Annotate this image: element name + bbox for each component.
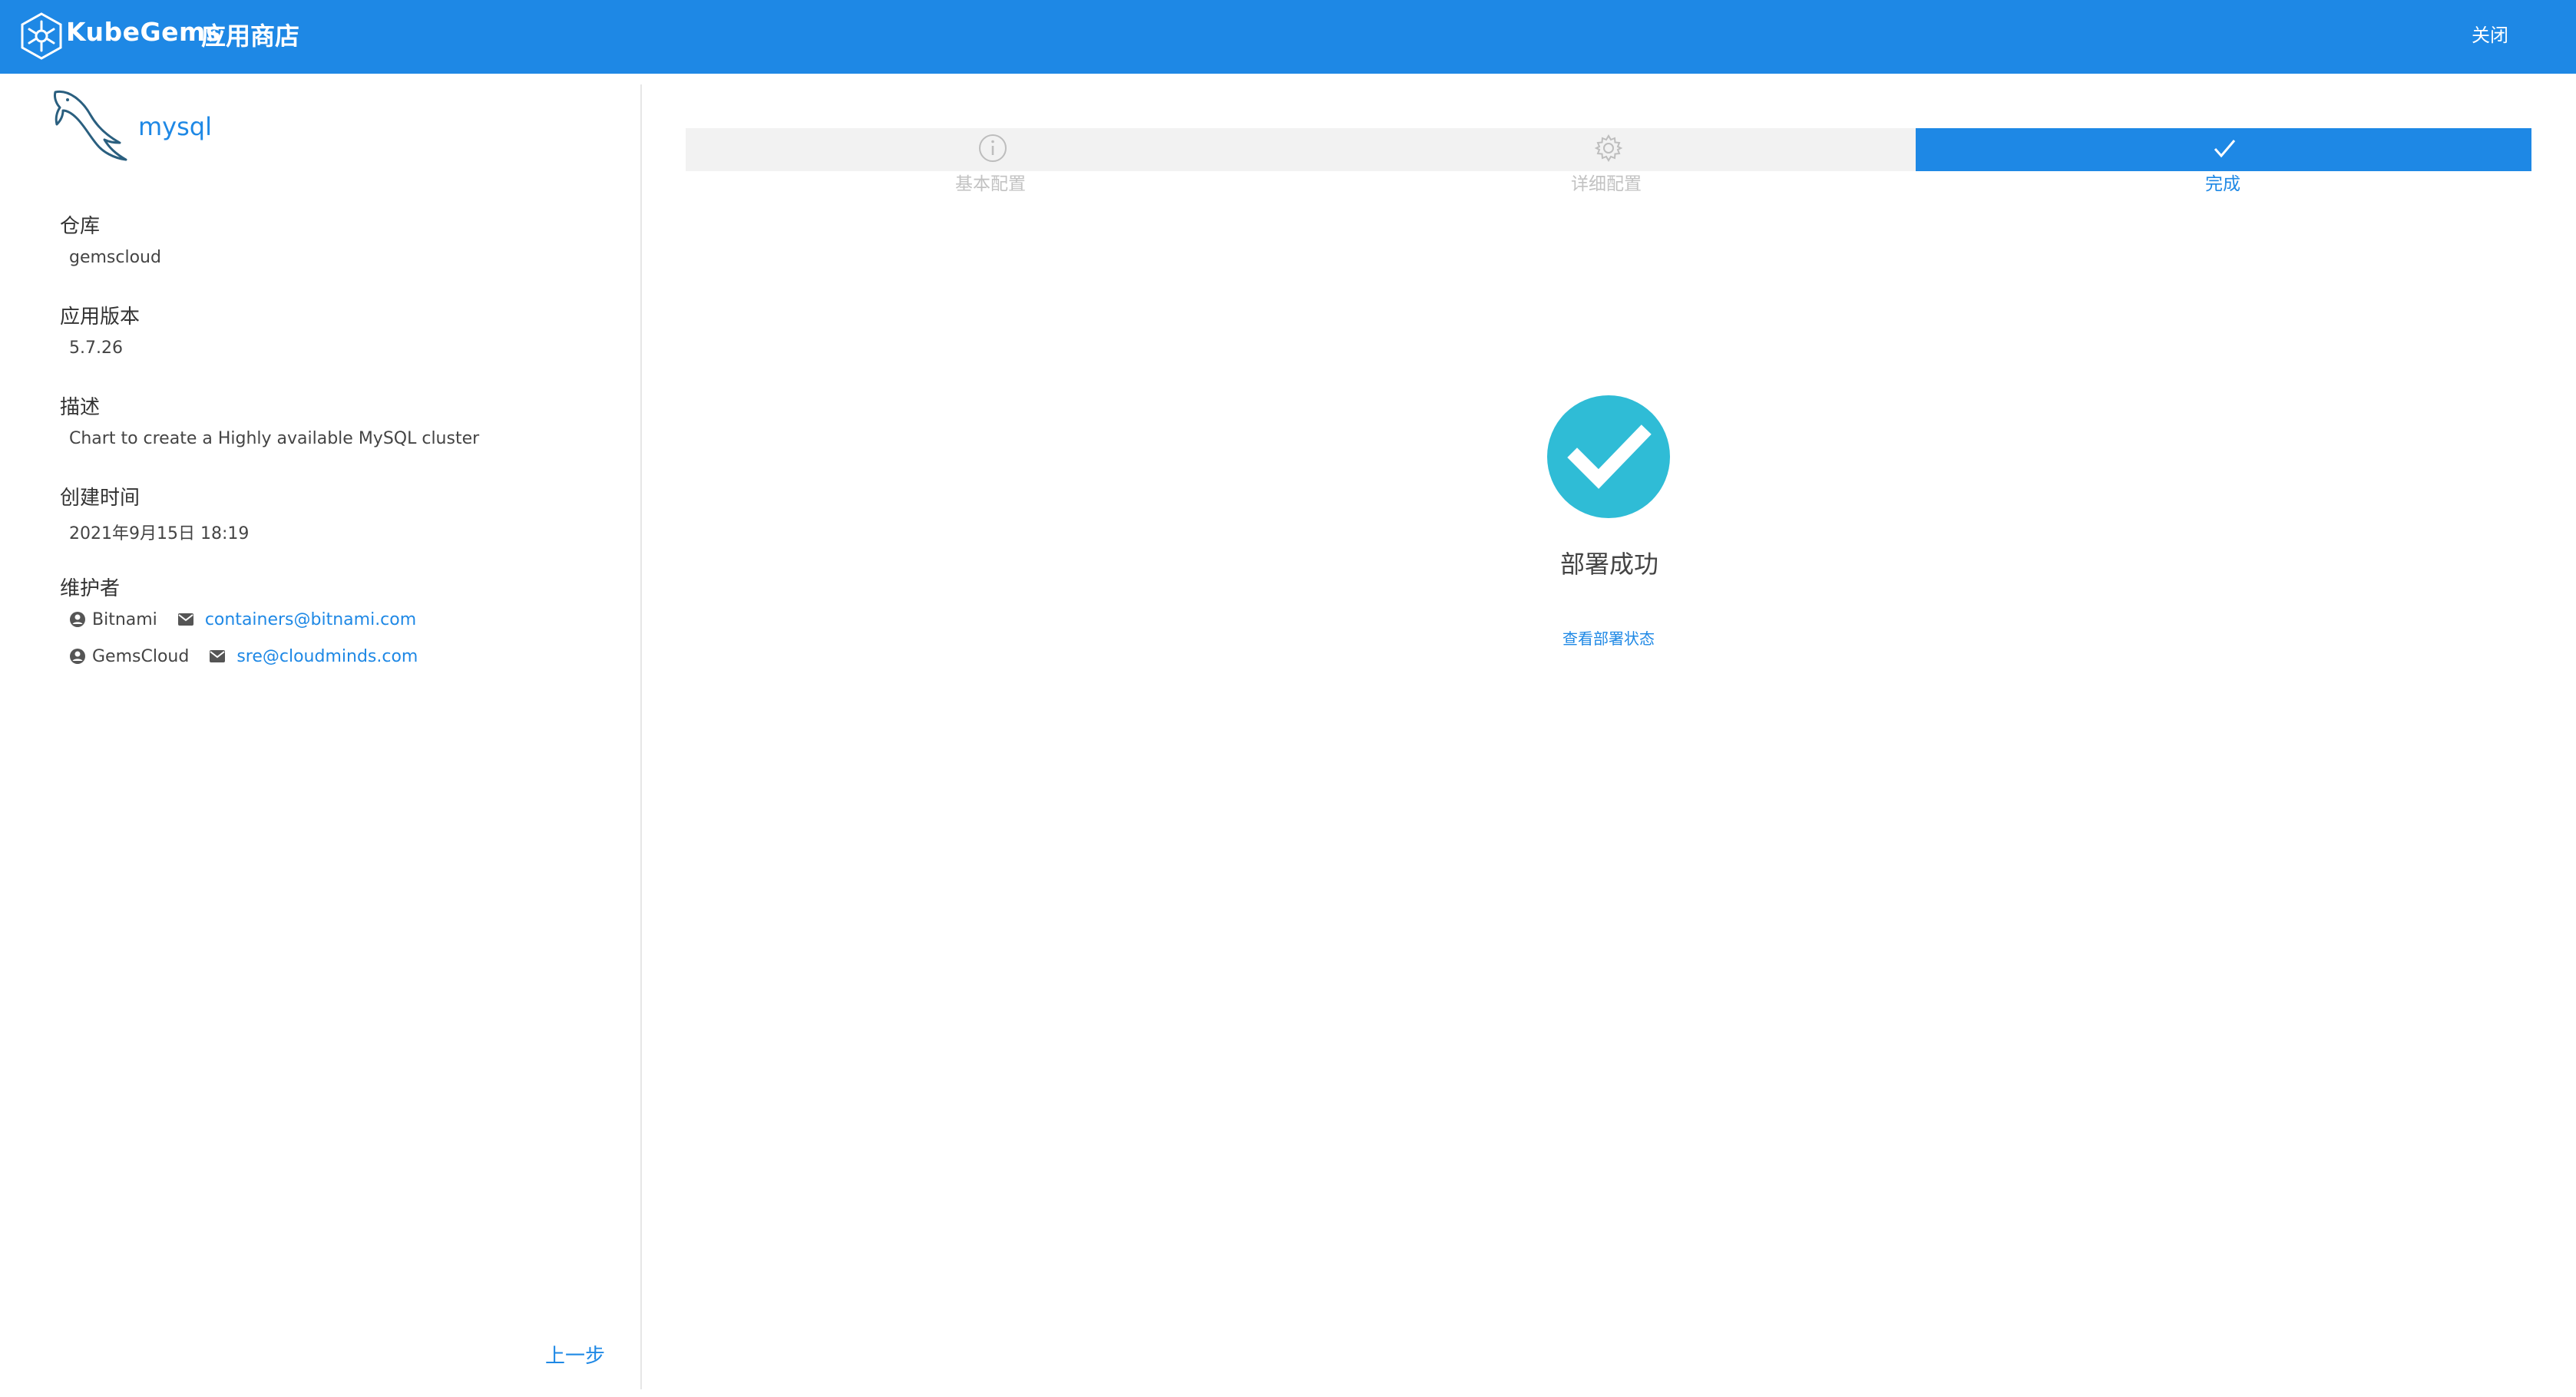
success-check-icon bbox=[1547, 395, 1670, 518]
step-label-basic[interactable]: 基本配置 bbox=[955, 169, 1026, 195]
description-field: 描述 Chart to create a Highly available My… bbox=[60, 391, 479, 448]
email-icon bbox=[177, 613, 193, 626]
maintainer-row: GemsCloud sre@cloudminds.com bbox=[69, 638, 418, 675]
version-label: 应用版本 bbox=[60, 305, 141, 329]
created-value: 2021年9月15日 18:19 bbox=[69, 524, 250, 543]
maintainer-row: Bitnami containers@bitnami.com bbox=[69, 601, 418, 638]
created-label: 创建时间 bbox=[60, 487, 141, 510]
description-value: Chart to create a Highly available MySQL… bbox=[69, 429, 480, 448]
success-message: 部署成功 bbox=[1559, 550, 1658, 579]
maintainers-field: 维护者 Bitnami containers@bitnami.com GemsC… bbox=[60, 573, 418, 675]
maintainer-email-link[interactable]: containers@bitnami.com bbox=[205, 610, 416, 629]
gear-icon bbox=[1594, 134, 1623, 162]
repo-field: 仓库 gemscloud bbox=[60, 210, 161, 267]
maintainer-email-link[interactable]: sre@cloudminds.com bbox=[236, 647, 418, 666]
step-label-detail[interactable]: 详细配置 bbox=[1571, 169, 1642, 195]
app-info-sidebar: mysql 仓库 gemscloud 应用版本 5.7.26 描述 Chart … bbox=[0, 84, 642, 1389]
info-icon bbox=[979, 134, 1007, 162]
mysql-dolphin-icon bbox=[54, 90, 127, 161]
previous-step-button[interactable]: 上一步 bbox=[545, 1340, 605, 1369]
version-value: 5.7.26 bbox=[69, 339, 123, 358]
description-label: 描述 bbox=[60, 396, 101, 419]
top-bar: KubeGems 应用商店 关闭 bbox=[0, 0, 2576, 74]
email-icon bbox=[210, 650, 226, 662]
close-button[interactable]: 关闭 bbox=[2472, 20, 2508, 47]
repo-value: gemscloud bbox=[69, 248, 161, 267]
stepper bbox=[686, 128, 2531, 171]
kubegems-logo-icon bbox=[21, 12, 62, 60]
account-circle-icon bbox=[70, 612, 85, 627]
view-deploy-status-link[interactable]: 查看部署状态 bbox=[1536, 626, 1682, 649]
repo-label: 仓库 bbox=[60, 215, 101, 238]
page-title: 应用商店 bbox=[201, 21, 300, 51]
app-name: mysql bbox=[138, 112, 212, 141]
account-circle-icon bbox=[70, 649, 85, 664]
step-label-done[interactable]: 完成 bbox=[2205, 169, 2240, 195]
version-field: 应用版本 5.7.26 bbox=[60, 301, 140, 358]
maintainer-name: Bitnami bbox=[92, 609, 157, 629]
maintainer-name: GemsCloud bbox=[92, 646, 190, 666]
created-field: 创建时间 2021年9月15日 18:19 bbox=[60, 482, 249, 544]
maintainers-label: 维护者 bbox=[60, 577, 121, 600]
check-icon bbox=[2214, 140, 2236, 158]
brand-name: KubeGems bbox=[66, 17, 221, 47]
